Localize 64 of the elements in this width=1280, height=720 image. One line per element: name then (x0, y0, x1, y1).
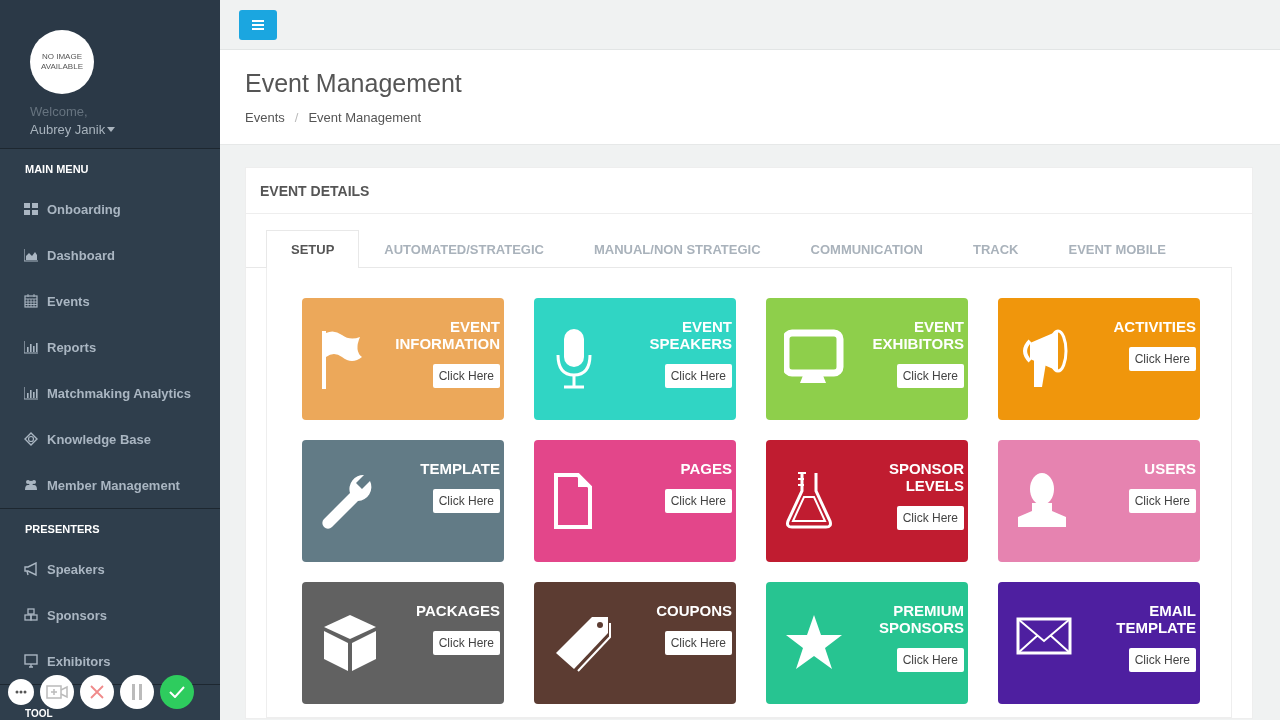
welcome-text: Welcome, (30, 104, 89, 119)
area-chart-icon (24, 248, 38, 262)
tile-title: EMAIL TEMPLATE (1115, 602, 1196, 636)
sidebar-item[interactable]: Speakers (0, 557, 220, 581)
grid-icon (24, 202, 38, 216)
click-here-button[interactable]: Click Here (432, 489, 500, 513)
tile-title: PAGES (679, 460, 732, 477)
megaphone-icon (24, 562, 38, 576)
click-here-button[interactable]: Click Here (1128, 648, 1196, 672)
more-icon (15, 690, 27, 694)
click-here-button[interactable]: Click Here (896, 648, 964, 672)
sidebar-item[interactable]: Member Management (0, 473, 220, 497)
close-icon (90, 685, 104, 699)
tile-title: EVENT SPEAKERS (648, 318, 732, 352)
pause-icon (132, 684, 142, 700)
section-heading: MAIN MENU (24, 162, 90, 177)
tile-title: PREMIUM SPONSORS (877, 602, 964, 636)
user-menu[interactable]: Aubrey Janik (30, 122, 116, 137)
tab[interactable]: SETUP (266, 230, 360, 268)
tile-title: ACTIVITIES (1112, 318, 1196, 335)
breadcrumb-link[interactable]: Events (245, 110, 285, 125)
monitor-icon (24, 654, 38, 668)
menu-icon (252, 19, 264, 30)
click-here-button[interactable]: Click Here (664, 631, 732, 655)
click-here-button[interactable]: Click Here (1128, 489, 1196, 513)
sidebar-item[interactable]: Sponsors (0, 603, 220, 627)
diamond-icon (24, 432, 38, 446)
users-icon (24, 478, 38, 492)
menu-button[interactable] (239, 9, 277, 40)
calendar-icon (24, 294, 38, 308)
click-here-button[interactable]: Click Here (896, 364, 964, 388)
page-title: Event Management (245, 68, 463, 98)
breadcrumb-separator: / (294, 110, 299, 125)
tile-title: EVENT INFORMATION (394, 318, 500, 352)
sidebar-item[interactable]: Onboarding (0, 197, 220, 221)
click-here-button[interactable]: Click Here (432, 631, 500, 655)
card-title: EVENT DETAILS (260, 182, 370, 199)
check-icon (169, 686, 185, 698)
tile-title: TEMPLATE (419, 460, 500, 477)
tile-title: PACKAGES (415, 602, 500, 619)
breadcrumb-link[interactable]: Event Management (308, 110, 422, 125)
tile-title: USERS (1143, 460, 1196, 477)
cubes-icon (24, 608, 38, 622)
bar-chart-icon (24, 340, 38, 354)
tile-title: EVENT EXHIBITORS (871, 318, 964, 352)
click-here-button[interactable]: Click Here (1128, 347, 1196, 371)
bar-chart-icon (24, 386, 38, 400)
click-here-button[interactable]: Click Here (664, 364, 732, 388)
click-here-button[interactable]: Click Here (664, 489, 732, 513)
sidebar-item[interactable]: Knowledge Base (0, 427, 220, 451)
caret-icon (107, 127, 116, 132)
section-heading: PRESENTERS (24, 522, 101, 537)
sidebar-item[interactable]: Reports (0, 335, 220, 359)
section-heading: TOOL (24, 709, 54, 719)
avatar: NO IMAGE AVAILABLE (30, 30, 94, 94)
sidebar-item[interactable]: Exhibitors (0, 649, 220, 673)
click-here-button[interactable]: Click Here (432, 364, 500, 388)
sidebar-item[interactable]: Events (0, 289, 220, 313)
tile-title: SPONSOR LEVELS (888, 460, 964, 494)
video-camera-icon (46, 685, 68, 699)
sidebar-item[interactable]: Matchmaking Analytics (0, 381, 220, 405)
tile-title: COUPONS (655, 602, 732, 619)
click-here-button[interactable]: Click Here (896, 506, 964, 530)
sidebar-item[interactable]: Dashboard (0, 243, 220, 267)
